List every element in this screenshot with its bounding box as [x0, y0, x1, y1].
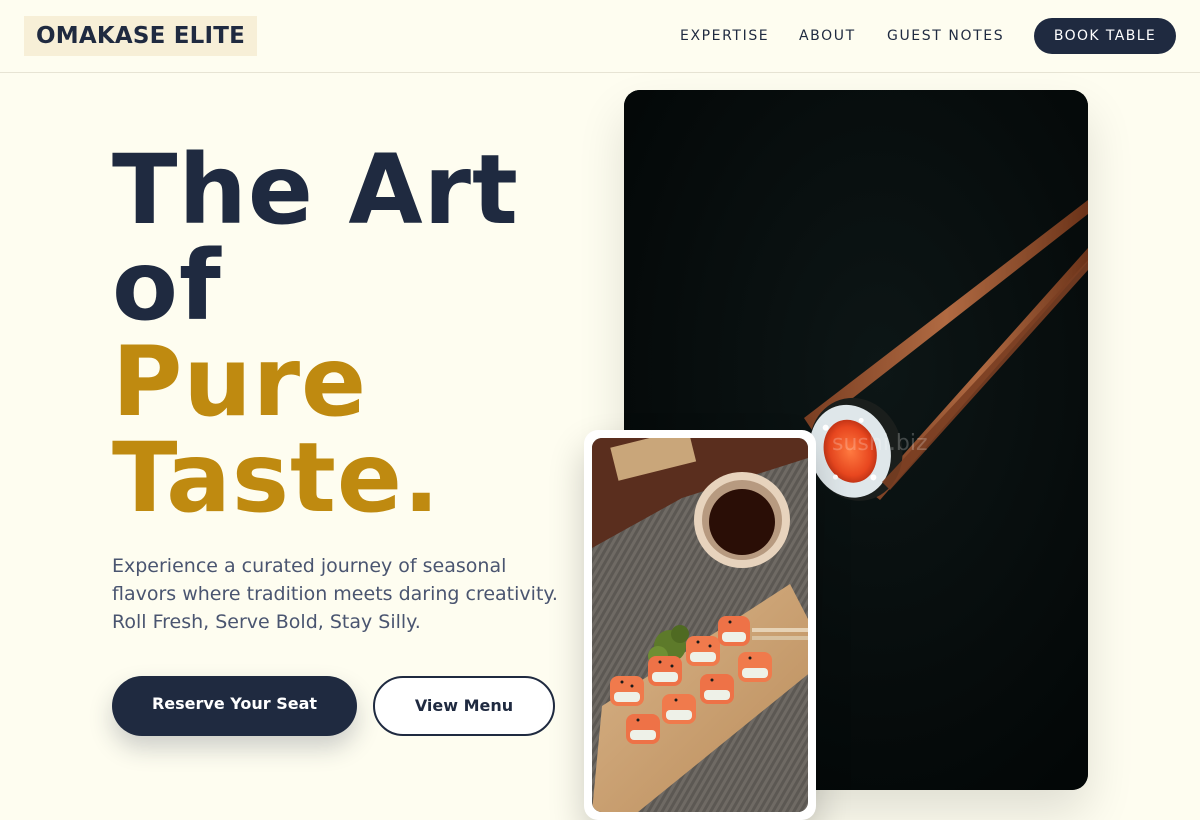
nav-expertise[interactable]: EXPERTISE	[680, 27, 769, 45]
image-watermark: sushi.biz	[832, 431, 928, 456]
headline-line-4: Taste.	[112, 422, 441, 534]
headline-line-2: of	[112, 230, 222, 342]
headline-line-1: The Art	[112, 134, 519, 246]
sushi-platter-image	[592, 438, 808, 812]
book-table-button[interactable]: BOOK TABLE	[1034, 18, 1176, 54]
hero-headline: The Art of Pure Taste.	[112, 142, 572, 526]
hero-description: Experience a curated journey of seasonal…	[112, 555, 558, 633]
site-header: OMAKASE ELITE EXPERTISE ABOUT GUEST NOTE…	[0, 0, 1200, 73]
view-menu-button[interactable]: View Menu	[373, 676, 555, 736]
sushi-platter-soy-sauce-photo	[592, 438, 808, 812]
sushi-platter-card	[584, 430, 816, 820]
brand-logo[interactable]: OMAKASE ELITE	[24, 16, 258, 56]
reserve-seat-button[interactable]: Reserve Your Seat	[112, 676, 357, 736]
nav-about[interactable]: ABOUT	[799, 27, 856, 45]
nav-guest-notes[interactable]: GUEST NOTES	[887, 27, 1004, 45]
headline-line-3: Pure	[112, 326, 368, 438]
